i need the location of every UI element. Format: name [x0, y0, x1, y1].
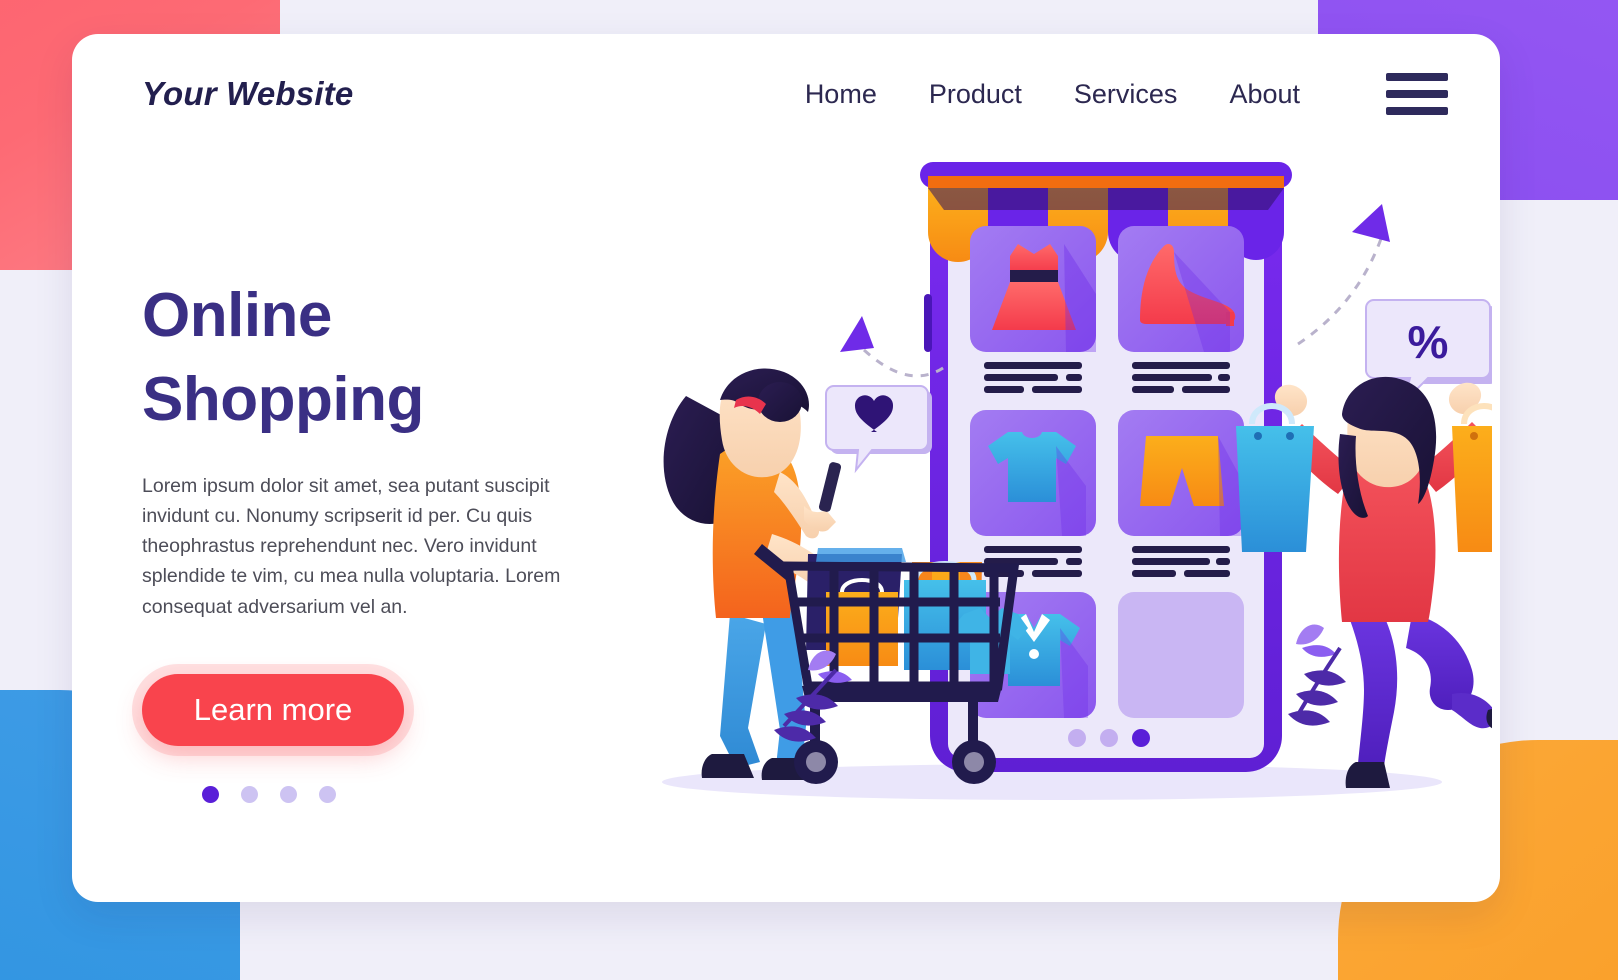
- product-tile-high-heel-shoe: [1118, 226, 1244, 393]
- orange-shopping-bag: [1452, 403, 1492, 552]
- hamburger-menu-icon[interactable]: [1386, 73, 1448, 115]
- nav-item-home[interactable]: Home: [805, 79, 877, 110]
- mobile-phone: [818, 462, 842, 512]
- page-title: Online Shopping: [142, 274, 662, 443]
- phone-dot-3: [1132, 729, 1150, 747]
- leg-standing: [1350, 616, 1398, 766]
- phone-store-mockup: [920, 162, 1292, 772]
- paper-plane-right-icon: [1352, 204, 1390, 242]
- carousel-pagination: [202, 785, 662, 803]
- product-tile-shorts: [1118, 410, 1244, 577]
- carousel-dot-4[interactable]: [319, 785, 336, 803]
- learn-more-button[interactable]: Learn more: [142, 673, 404, 746]
- nav-item-product[interactable]: Product: [929, 79, 1022, 110]
- carousel-dot-3[interactable]: [280, 785, 297, 803]
- carousel-dot-2[interactable]: [241, 785, 258, 803]
- shoe-front-right: [1345, 762, 1390, 788]
- landing-page-card: Your Website Home Product Services About…: [72, 34, 1500, 902]
- phone-dot-1: [1068, 729, 1086, 747]
- blue-shopping-bag: [1236, 403, 1314, 552]
- carousel-dot-1[interactable]: [202, 785, 219, 803]
- product-tile-dress: [970, 226, 1096, 393]
- page-title-line-1: Online: [142, 281, 332, 350]
- hero-section: Online Shopping Lorem ipsum dolor sit am…: [142, 274, 662, 803]
- nav-item-services[interactable]: Services: [1074, 79, 1178, 110]
- plant-decoration-right: [1288, 624, 1346, 726]
- product-tile-t-shirt: [970, 410, 1096, 577]
- phone-pagination-dots: [1068, 729, 1150, 747]
- heart-speech-bubble: [825, 385, 932, 474]
- percent-symbol: %: [1408, 316, 1449, 368]
- leg-back: [720, 614, 766, 768]
- nav-item-about[interactable]: About: [1229, 79, 1300, 110]
- site-logo[interactable]: Your Website: [142, 75, 353, 113]
- main-navigation: Home Product Services About: [805, 73, 1448, 115]
- paper-plane-left-icon: [840, 316, 874, 352]
- hair-bun: [758, 382, 802, 422]
- page-title-line-2: Shopping: [142, 365, 424, 435]
- hero-illustration: %: [612, 114, 1492, 834]
- hero-description: Lorem ipsum dolor sit amet, sea putant s…: [142, 474, 561, 618]
- product-tile-empty-placeholder: [1118, 592, 1244, 718]
- phone-dot-2: [1100, 729, 1118, 747]
